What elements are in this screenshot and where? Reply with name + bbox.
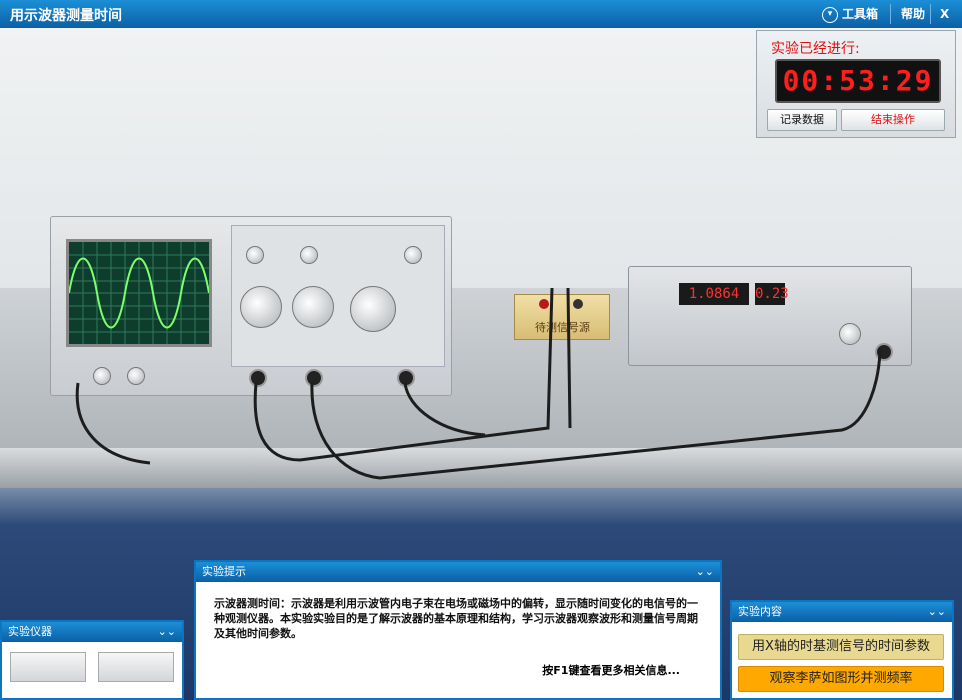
collapse-chevron-icon[interactable]: ⌄⌄	[928, 602, 946, 622]
divider	[890, 4, 891, 24]
instruments-panel-header: 实验仪器 ⌄⌄	[2, 622, 182, 642]
timer-label: 实验已经进行:	[771, 41, 860, 57]
chevron-down-icon: ▾	[822, 6, 838, 23]
tips-panel: 实验提示 ⌄⌄ 示波器测时间：示波器是利用示波管内电子束在电场或磁场中的偏转，显…	[194, 560, 722, 700]
record-data-button[interactable]: 记录数据	[767, 109, 837, 131]
collapse-chevron-icon[interactable]: ⌄⌄	[696, 562, 714, 582]
tips-text: 示波器测时间：示波器是利用示波管内电子束在电场或磁场中的偏转，显示随时间变化的电…	[214, 597, 698, 640]
instruments-panel: 实验仪器 ⌄⌄	[0, 620, 184, 700]
generator-thumbnail[interactable]	[98, 652, 174, 682]
content-item-lissajous[interactable]: 观察李萨如图形并测频率	[738, 666, 944, 692]
collapse-chevron-icon[interactable]: ⌄⌄	[158, 622, 176, 642]
content-panel-title: 实验内容	[738, 605, 782, 618]
timer-panel: 实验已经进行: 00:53:29 记录数据 结束操作	[756, 30, 956, 138]
title-bar: 用示波器测量时间 ▾ 工具箱 帮助 X	[0, 0, 962, 28]
oscilloscope-thumbnail[interactable]	[10, 652, 86, 682]
content-item-time-params[interactable]: 用X轴的时基测信号的时间参数	[738, 634, 944, 660]
divider	[930, 4, 931, 24]
tips-panel-title: 实验提示	[202, 565, 246, 578]
content-panel-header: 实验内容 ⌄⌄	[732, 602, 952, 622]
timer-display: 00:53:29	[775, 59, 941, 103]
instruments-panel-title: 实验仪器	[8, 625, 52, 638]
help-button[interactable]: 帮助	[901, 0, 925, 28]
tips-more-info: 按F1键查看更多相关信息...	[542, 664, 680, 677]
end-operation-button[interactable]: 结束操作	[841, 109, 945, 131]
content-panel: 实验内容 ⌄⌄ 用X轴的时基测信号的时间参数 观察李萨如图形并测频率	[730, 600, 954, 700]
close-button[interactable]: X	[940, 0, 949, 28]
tips-panel-header: 实验提示 ⌄⌄	[196, 562, 720, 582]
toolbox-label: 工具箱	[842, 7, 879, 21]
window-title: 用示波器测量时间	[10, 8, 122, 24]
toolbox-button[interactable]: ▾ 工具箱	[822, 0, 878, 28]
